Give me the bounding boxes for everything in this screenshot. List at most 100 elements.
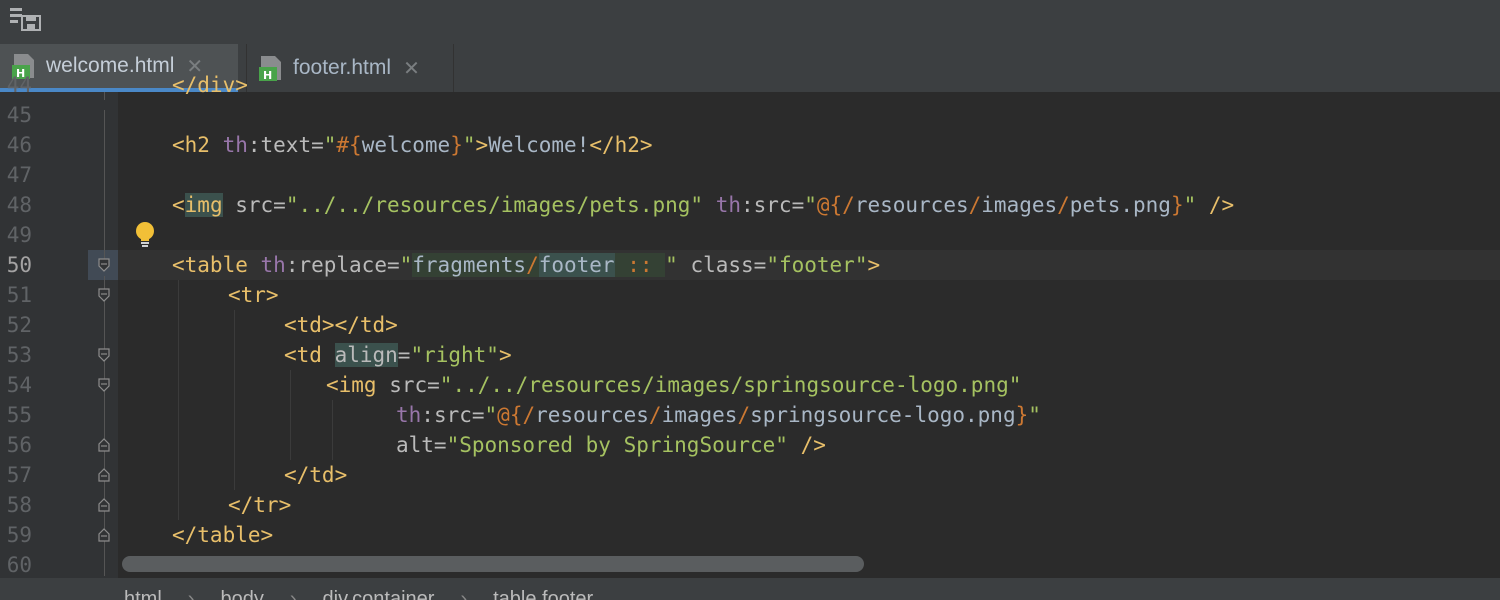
code-token: fragments [412,253,527,277]
code-token: </tr> [228,493,292,517]
line-number: 53 [6,343,32,367]
code-token: /> [1196,193,1235,217]
code-line: <img src="../../resources/images/pets.pn… [172,190,1234,220]
fold-end-icon[interactable] [97,468,111,482]
code-token: / [737,403,751,427]
code-line: </table> [172,520,273,550]
line-number: 51 [6,283,32,307]
code-token: "../../resources/images/springsource-log… [439,373,1022,397]
line-number: 57 [6,463,32,487]
code-token: / [1057,193,1070,217]
fold-collapse-icon[interactable] [97,348,111,362]
code-token: / [526,253,539,277]
code-token: src= [222,193,286,217]
code-token: / [968,193,982,217]
code-token: <td></td> [284,313,398,337]
code-token: :src= [741,193,805,217]
code-token: <tr> [228,283,279,307]
code-token: " [804,193,817,217]
code-token: @{ [497,403,523,427]
line-number: 56 [6,433,32,457]
line-number: 59 [6,523,32,547]
chevron-right-icon: › [289,588,297,600]
breadcrumb-item[interactable]: html [124,588,162,600]
code-token: <td [284,343,335,367]
code-token: } [1015,403,1029,427]
code-token: </td> [284,463,348,487]
chevron-right-icon: › [187,588,195,600]
line-number: 44 [6,73,32,97]
code-token: src= [389,373,440,397]
line-number: 52 [6,313,32,337]
tab-footer-html[interactable]: H footer.html ✕ [246,44,454,92]
code-line: <tr> [228,280,279,310]
lightbulb-icon[interactable] [132,220,158,248]
code-token: Welcome! [488,133,590,157]
fold-rule [104,92,105,100]
close-icon[interactable]: ✕ [403,56,420,80]
code-line-current: <table th:replace="fragments/footer :: "… [172,250,880,280]
code-token: images [981,193,1058,217]
tab-label: footer.html [293,56,392,79]
code-token: " [399,253,413,277]
line-number: 47 [6,163,32,187]
code-token: } [450,133,463,157]
code-token: " [665,253,678,277]
code-token: th [260,253,286,277]
code-line: </tr> [228,490,291,520]
code-token: :: [614,253,666,277]
code-token: th [715,193,741,217]
code-token: align [334,343,398,367]
breadcrumb: html › body › div.container › table.foot… [0,578,1500,600]
tool-strip [0,0,1500,45]
code-token: th [396,403,422,427]
fold-collapse-icon[interactable] [97,288,111,302]
code-token: / [522,403,536,427]
code-token: "../../resources/images/pets.png" [285,193,704,217]
code-token: pets.png [1069,193,1171,217]
html-file-icon: H [259,56,281,82]
breadcrumb-item[interactable]: body [220,588,263,600]
code-token: </h2> [589,133,653,157]
code-token: > [498,343,512,367]
fold-collapse-icon[interactable] [97,378,111,392]
line-number: 55 [6,403,32,427]
code-token: :replace= [285,253,400,277]
code-token: <img [326,373,390,397]
code-token: :text= [247,133,324,157]
code-token: </table> [172,523,274,547]
code-token: </div> [172,73,248,97]
structure-icon[interactable] [8,6,42,32]
scrollbar-thumb[interactable] [122,556,864,572]
fold-end-icon[interactable] [97,498,111,512]
code-token: footer [538,253,615,277]
tab-label: welcome.html [46,54,175,77]
code-token: th [222,133,248,157]
code-token: images [661,403,738,427]
indent-guide [332,400,333,460]
code-token: / [648,403,662,427]
line-number: 49 [6,223,32,247]
code-token: img [184,193,223,217]
fold-collapse-icon[interactable] [97,258,111,272]
line-number: 54 [6,373,32,397]
code-line: alt="Sponsored by SpringSource" /> [396,430,826,460]
code-token: :src= [421,403,485,427]
breadcrumb-item[interactable]: table.footer [493,588,593,600]
code-token: { [349,133,362,157]
breadcrumb-item[interactable]: div.container [323,588,435,600]
code-token: < [172,193,185,217]
code-token: <table [172,253,261,277]
code-token: springsource-logo.png [750,403,1016,427]
fold-end-icon[interactable] [97,528,111,542]
code-line: <td></td> [284,310,398,340]
code-token: resources [854,193,969,217]
code-token: # [336,133,350,157]
line-number: 46 [6,133,32,157]
fold-end-icon[interactable] [97,438,111,452]
code-token: = [397,343,411,367]
line-number: 45 [6,103,32,127]
fold-rule [104,110,105,260]
code-token: @{ [816,193,843,217]
